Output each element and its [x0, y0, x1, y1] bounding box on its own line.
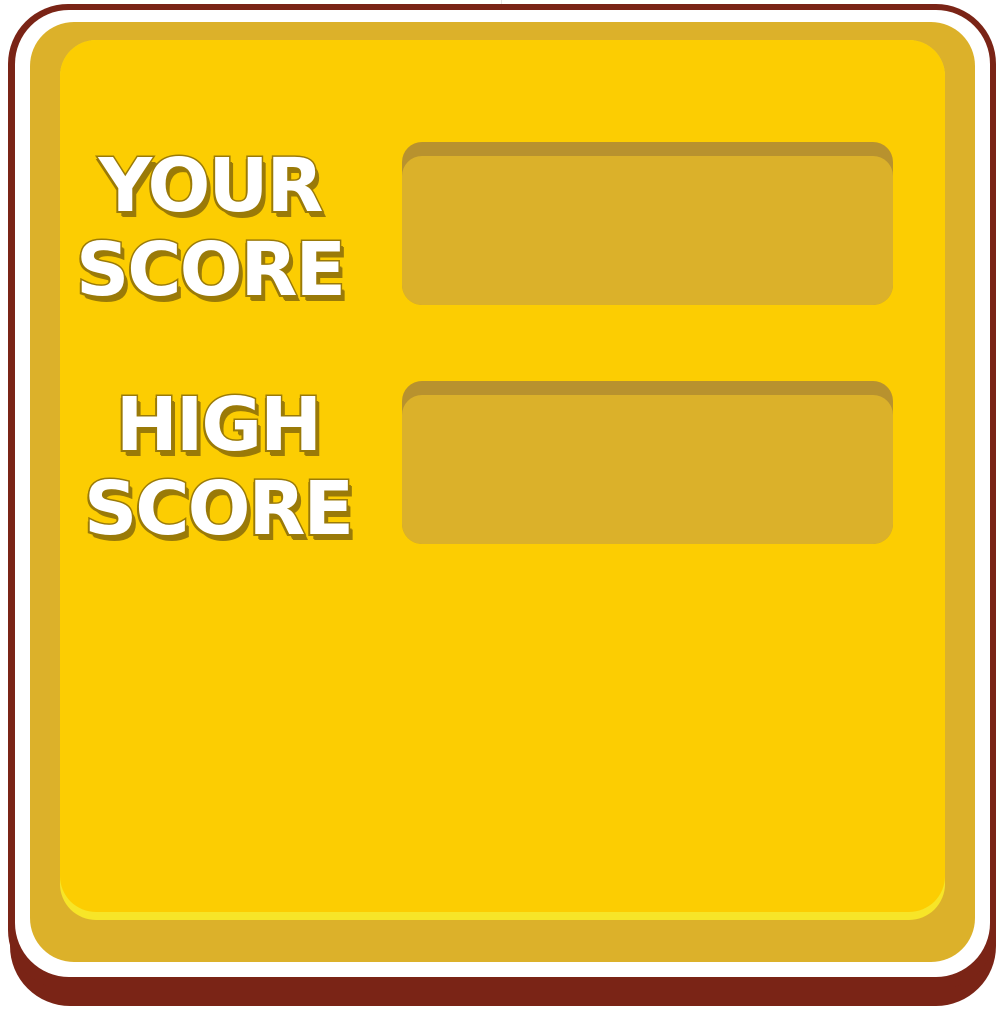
high-score-box [402, 381, 893, 544]
high-score-label: HIGH SCORE [58, 382, 378, 553]
your-score-label: YOUR SCORE [50, 143, 370, 314]
your-score-label-line1: YOUR [97, 143, 325, 230]
your-score-label-line2: SCORE [74, 227, 347, 314]
high-score-value [402, 395, 893, 544]
high-score-label-line2: SCORE [82, 466, 355, 553]
your-score-box [402, 142, 893, 305]
high-score-label-line1: HIGH [114, 382, 323, 469]
your-score-value [402, 156, 893, 305]
